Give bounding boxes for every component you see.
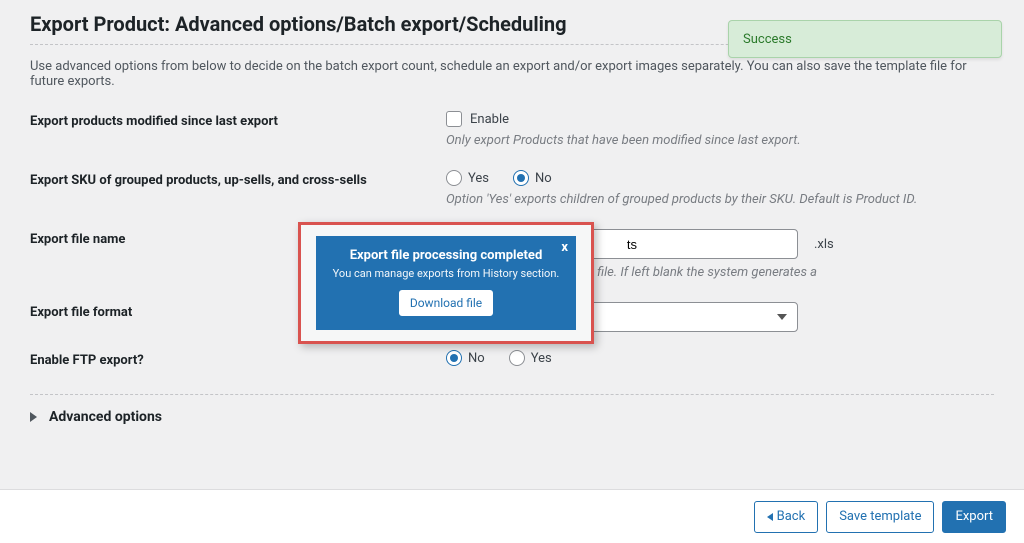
export-button[interactable]: Export [942,501,1006,533]
back-button-label: Back [777,509,806,524]
label-modified-since: Export products modified since last expo… [30,111,446,148]
label-sku-grouped: Export SKU of grouped products, up-sells… [30,170,446,207]
radio-ftp-no-label: No [468,351,485,366]
save-template-label: Save template [839,509,921,524]
back-button[interactable]: Back [754,501,819,533]
advanced-options-toggle[interactable]: Advanced options [30,394,994,439]
radio-sku-yes[interactable] [446,170,462,186]
chevron-right-icon [30,412,37,422]
success-toast: Success [728,20,1002,58]
row-modified-since: Export products modified since last expo… [30,111,994,170]
export-complete-modal: x Export file processing completed You c… [316,236,576,330]
chevron-left-icon [767,513,773,521]
modal-subtitle: You can manage exports from History sect… [326,267,566,280]
radio-sku-yes-label: Yes [468,171,489,186]
download-file-button[interactable]: Download file [399,290,493,316]
success-toast-text: Success [743,32,792,47]
save-template-button[interactable]: Save template [826,501,934,533]
modal-title: Export file processing completed [326,248,566,263]
radio-ftp-yes-label: Yes [531,351,552,366]
row-ftp: Enable FTP export? No Yes [30,350,994,394]
label-ftp: Enable FTP export? [30,350,446,368]
hint-sku-grouped: Option 'Yes' exports children of grouped… [446,192,994,207]
chevron-down-icon [777,314,787,320]
hint-modified-since: Only export Products that have been modi… [446,133,994,148]
file-ext: .xls [814,237,834,252]
modal-highlight: x Export file processing completed You c… [298,222,594,344]
export-button-label: Export [955,509,993,524]
radio-sku-no-label: No [535,171,552,186]
page-description: Use advanced options from below to decid… [30,59,994,89]
footer-bar: Back Save template Export [0,489,1024,543]
close-icon[interactable]: x [561,240,568,255]
radio-sku-no[interactable] [513,170,529,186]
checkbox-enable-label: Enable [470,112,509,127]
advanced-options-label: Advanced options [49,409,162,425]
row-sku-grouped: Export SKU of grouped products, up-sells… [30,170,994,229]
radio-ftp-no[interactable] [446,350,462,366]
radio-ftp-yes[interactable] [509,350,525,366]
checkbox-enable-modified[interactable] [446,111,462,127]
